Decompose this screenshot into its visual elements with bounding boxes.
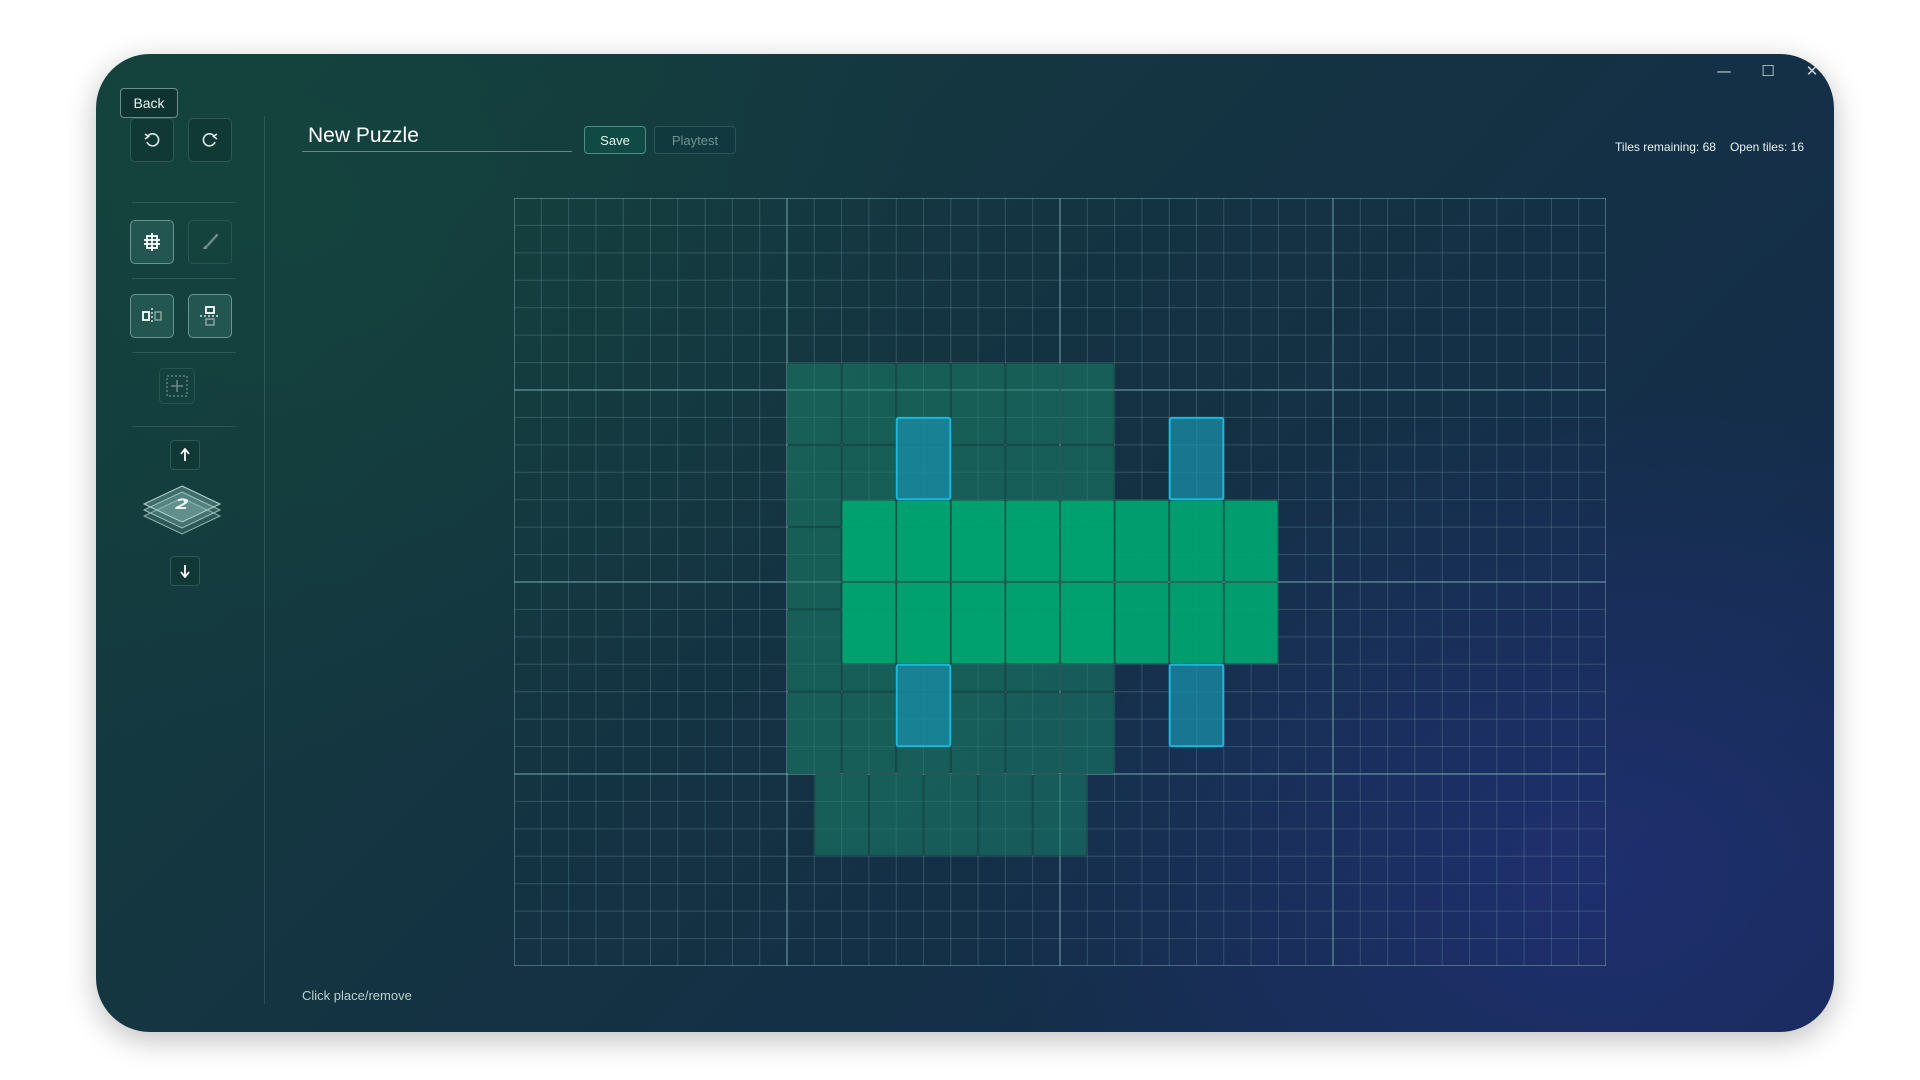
puzzle-board[interactable]: [514, 198, 1606, 966]
puzzle-title-input[interactable]: [302, 120, 572, 152]
tile[interactable]: [978, 774, 1033, 857]
mirror-vertical-tool[interactable]: [188, 294, 232, 338]
tool-separator: [132, 202, 236, 203]
open-tile[interactable]: [1168, 416, 1225, 501]
tile[interactable]: [950, 362, 1006, 445]
tile[interactable]: [787, 362, 842, 445]
undo-icon: [144, 133, 160, 147]
puzzle-editor-window: — ☐ ✕ Back 2 New Puzzle Save Playtest Ti…: [96, 54, 1834, 1032]
layer-up-button[interactable]: [170, 440, 200, 470]
undo-button[interactable]: [130, 118, 174, 162]
tile[interactable]: [814, 774, 869, 857]
redo-button[interactable]: [188, 118, 232, 162]
mirror-vertical-icon: [200, 306, 220, 326]
tile[interactable]: [1060, 499, 1115, 583]
tile[interactable]: [1005, 362, 1060, 445]
tile[interactable]: [923, 774, 979, 857]
tile[interactable]: [1032, 774, 1088, 857]
move-tool[interactable]: [159, 368, 195, 404]
arrow-down-icon: [180, 565, 190, 578]
tile[interactable]: [1060, 691, 1115, 775]
tile[interactable]: [950, 691, 1006, 775]
tile[interactable]: [896, 582, 951, 665]
mirror-horizontal-tool[interactable]: [130, 294, 174, 338]
tile[interactable]: [950, 499, 1006, 583]
sidebar-divider: [264, 116, 265, 1004]
back-button[interactable]: Back: [120, 88, 178, 118]
tile[interactable]: [787, 527, 842, 610]
tool-separator: [132, 352, 236, 353]
tile[interactable]: [868, 774, 924, 857]
tiles-remaining: Tiles remaining: 68: [1615, 140, 1716, 154]
tile[interactable]: [1114, 499, 1170, 583]
tile[interactable]: [1060, 362, 1115, 445]
open-tile[interactable]: [895, 663, 952, 748]
maximize-button[interactable]: ☐: [1746, 56, 1790, 86]
layer-number: 2: [172, 495, 192, 513]
redo-icon: [202, 133, 218, 147]
tile[interactable]: [896, 499, 951, 583]
status-hint: Click place/remove: [302, 988, 412, 1003]
tile[interactable]: [787, 691, 842, 775]
tile[interactable]: [1005, 582, 1060, 665]
tile[interactable]: [1169, 582, 1224, 665]
grid-place-icon: [144, 233, 160, 251]
paint-brush-icon: [203, 233, 219, 249]
window-controls: — ☐ ✕: [1702, 56, 1834, 86]
layer-indicator: 2: [140, 478, 224, 542]
place-tile-tool[interactable]: [130, 220, 174, 264]
tile-stats: Tiles remaining: 68 Open tiles: 16: [1615, 140, 1804, 154]
tile[interactable]: [841, 499, 897, 583]
tile[interactable]: [950, 582, 1006, 665]
tile[interactable]: [1223, 499, 1279, 583]
save-button[interactable]: Save: [584, 126, 646, 154]
tool-separator: [132, 426, 236, 427]
open-tile[interactable]: [1168, 663, 1225, 748]
arrow-up-icon: [180, 448, 190, 461]
tile[interactable]: [841, 582, 897, 665]
paint-tool[interactable]: [188, 220, 232, 264]
close-button[interactable]: ✕: [1790, 56, 1834, 86]
tile[interactable]: [1005, 691, 1060, 775]
tile[interactable]: [1060, 582, 1115, 665]
layer-down-button[interactable]: [170, 556, 200, 586]
tool-separator: [132, 278, 236, 279]
open-tiles-count: Open tiles: 16: [1729, 140, 1804, 154]
open-tile[interactable]: [895, 416, 952, 501]
tile[interactable]: [1223, 582, 1279, 665]
tile[interactable]: [787, 609, 842, 692]
tile[interactable]: [841, 691, 897, 775]
mirror-horizontal-icon: [142, 308, 162, 324]
tile[interactable]: [1005, 499, 1060, 583]
tile[interactable]: [787, 444, 842, 528]
playtest-button[interactable]: Playtest: [654, 126, 736, 154]
tile[interactable]: [1114, 582, 1170, 665]
move-icon: [166, 375, 188, 397]
tile[interactable]: [1169, 499, 1224, 583]
minimize-button[interactable]: —: [1702, 56, 1746, 86]
tile[interactable]: [841, 362, 897, 445]
